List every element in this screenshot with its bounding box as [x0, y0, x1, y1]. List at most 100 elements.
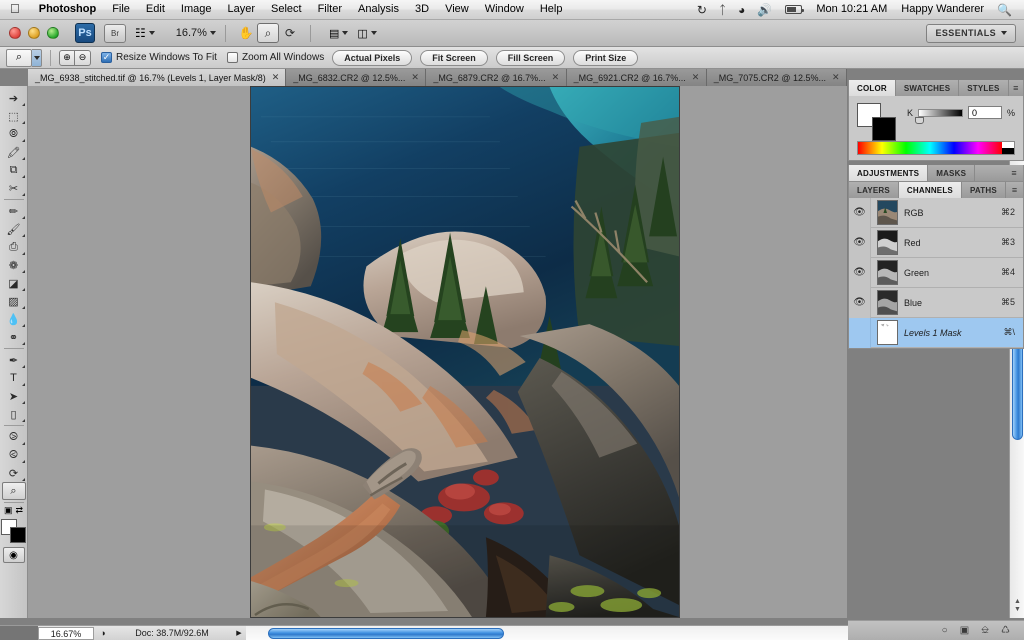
healing-brush-tool[interactable]: ✏	[2, 202, 26, 220]
visibility-eye-icon[interactable]: 👁	[849, 197, 871, 228]
visibility-eye-icon[interactable]: 👁	[849, 317, 871, 348]
minimize-window-button[interactable]	[28, 27, 40, 39]
load-channel-as-selection-icon[interactable]: ○	[942, 625, 948, 636]
pen-tool[interactable]: ✒	[2, 351, 26, 369]
tab-styles[interactable]: STYLES	[959, 80, 1009, 96]
resize-windows-to-fit-option[interactable]: ✓ Resize Windows To Fit	[101, 52, 217, 63]
apple-icon[interactable]: 	[0, 2, 31, 15]
sync-icon[interactable]: ↻	[691, 3, 713, 17]
save-selection-as-channel-icon[interactable]: ▣	[960, 625, 969, 636]
marquee-tool[interactable]: ⬚	[2, 107, 26, 125]
menu-image[interactable]: Image	[173, 0, 220, 19]
rotate-view-icon[interactable]: ⟳	[279, 23, 301, 43]
search-icon[interactable]: 🔍	[991, 3, 1018, 17]
close-window-button[interactable]	[9, 27, 21, 39]
current-tool-preset[interactable]: ⌕	[6, 48, 42, 67]
path-selection-tool[interactable]: ➤	[2, 387, 26, 405]
launch-bridge-button[interactable]: Br	[104, 23, 126, 43]
menu-window[interactable]: Window	[477, 0, 532, 19]
volume-icon[interactable]: 🔊	[751, 3, 778, 17]
zoom-level-menu[interactable]: 16.7%	[164, 27, 216, 39]
menu-photoshop[interactable]: Photoshop	[31, 0, 104, 19]
channel-row-green[interactable]: 👁 Green ⌘4	[849, 257, 1023, 288]
menu-layer[interactable]: Layer	[219, 0, 263, 19]
expand-arrow-icon[interactable]: ▶	[232, 629, 246, 637]
zoom-tool[interactable]: ⌕	[1, 482, 26, 500]
default-colors-icon[interactable]: ▣	[4, 505, 13, 516]
k-slider[interactable]	[915, 108, 963, 124]
color-spectrum-ramp[interactable]	[857, 141, 1015, 155]
scroll-up-icon[interactable]: ▲	[1014, 598, 1021, 605]
document-tab[interactable]: _MG_6879.CR2 @ 16.7%... ✕	[426, 69, 567, 86]
3d-rotate-tool[interactable]: ⧁	[2, 428, 26, 446]
screen-mode-menu[interactable]: ◫	[357, 27, 377, 40]
gradient-tool[interactable]: ▨	[2, 292, 26, 310]
menu-edit[interactable]: Edit	[138, 0, 173, 19]
menu-help[interactable]: Help	[532, 0, 571, 19]
clone-stamp-tool[interactable]: ⎙	[2, 238, 26, 256]
menu-select[interactable]: Select	[263, 0, 310, 19]
type-tool[interactable]: T	[2, 369, 26, 387]
delete-channel-icon[interactable]: ♺	[1001, 625, 1010, 636]
actual-pixels-button[interactable]: Actual Pixels	[332, 49, 413, 66]
document-tab[interactable]: _MG_6921.CR2 @ 16.7%... ✕	[566, 69, 707, 86]
scrollbar-arrows-vertical[interactable]: ▲ ▼	[1010, 592, 1024, 618]
close-icon[interactable]: ✕	[411, 72, 419, 83]
document-tab-active[interactable]: _MG_6938_stitched.tif @ 16.7% (Levels 1,…	[28, 69, 287, 86]
print-size-button[interactable]: Print Size	[573, 49, 639, 66]
menu-3d[interactable]: 3D	[407, 0, 437, 19]
zoom-in-icon[interactable]: ⊕	[59, 49, 75, 66]
eyedropper-tool[interactable]: ✂	[2, 179, 26, 197]
channel-row-levels-1-mask[interactable]: 👁 Levels 1 Mask ⌘\	[849, 317, 1023, 348]
document-tab[interactable]: _MG_7075.CR2 @ 12.5%... ✕	[706, 69, 847, 86]
tab-swatches[interactable]: SWATCHES	[895, 80, 960, 96]
close-icon[interactable]: ✕	[832, 72, 840, 83]
swap-colors-icon[interactable]: ⇄	[15, 505, 23, 516]
clock[interactable]: Mon 10:21 AM	[809, 0, 894, 19]
quick-mask-mode-button[interactable]: ◉	[2, 547, 25, 563]
arrange-documents-menu[interactable]: ▤	[329, 27, 349, 40]
k-slider-handle[interactable]	[915, 116, 925, 124]
background-color-swatch[interactable]	[9, 527, 26, 543]
preview-icon[interactable]: ◑	[94, 628, 112, 638]
panel-menu-icon[interactable]: ≡	[1005, 165, 1023, 181]
tab-paths[interactable]: PATHS	[961, 182, 1006, 198]
history-brush-tool[interactable]: ❁	[2, 256, 26, 274]
tab-channels[interactable]: CHANNELS	[898, 182, 962, 198]
zoom-all-windows-option[interactable]: Zoom All Windows	[226, 52, 324, 63]
scrollbar-thumb-horizontal[interactable]	[268, 628, 504, 639]
menu-filter[interactable]: Filter	[310, 0, 350, 19]
menu-file[interactable]: File	[104, 0, 138, 19]
canvas-area[interactable]	[28, 86, 847, 618]
menu-analysis[interactable]: Analysis	[350, 0, 407, 19]
hand-tool-icon[interactable]: ✋	[235, 23, 257, 43]
panel-menu-icon[interactable]: ≡	[1008, 80, 1023, 96]
fill-screen-button[interactable]: Fill Screen	[495, 49, 566, 66]
channel-row-blue[interactable]: 👁 Blue ⌘5	[849, 287, 1023, 318]
panel-menu-icon[interactable]: ≡	[1005, 182, 1023, 198]
blur-tool[interactable]: 💧	[2, 310, 26, 328]
zoom-tool-icon[interactable]: ⌕	[256, 23, 279, 43]
brush-tool[interactable]: 🖌	[2, 220, 26, 238]
move-tool[interactable]: ➔	[2, 89, 26, 107]
create-new-channel-icon[interactable]: ⎒	[981, 625, 989, 636]
zoom-percentage-field[interactable]: 16.67%	[38, 626, 94, 640]
document-image[interactable]	[250, 86, 680, 618]
scroll-down-icon[interactable]: ▼	[1014, 606, 1021, 613]
dodge-tool[interactable]: ⚭	[2, 328, 26, 346]
close-icon[interactable]: ✕	[552, 72, 560, 83]
view-extras-menu[interactable]: ☷	[135, 26, 155, 40]
tab-masks[interactable]: MASKS	[928, 165, 976, 181]
menu-view[interactable]: View	[437, 0, 477, 19]
visibility-eye-icon[interactable]: 👁	[849, 257, 871, 288]
3d-orbit-tool[interactable]: ⧀	[2, 446, 26, 464]
bluetooth-icon[interactable]: ᛏ	[713, 3, 732, 17]
background-color-swatch[interactable]	[872, 117, 896, 141]
close-icon[interactable]: ✕	[272, 72, 280, 83]
fit-screen-button[interactable]: Fit Screen	[420, 49, 488, 66]
user-name[interactable]: Happy Wanderer	[894, 0, 991, 19]
tab-adjustments[interactable]: ADJUSTMENTS	[849, 165, 929, 181]
channel-row-rgb[interactable]: 👁 RGB ⌘2	[849, 197, 1023, 228]
visibility-eye-icon[interactable]: 👁	[849, 287, 871, 318]
tab-layers[interactable]: LAYERS	[849, 182, 899, 198]
